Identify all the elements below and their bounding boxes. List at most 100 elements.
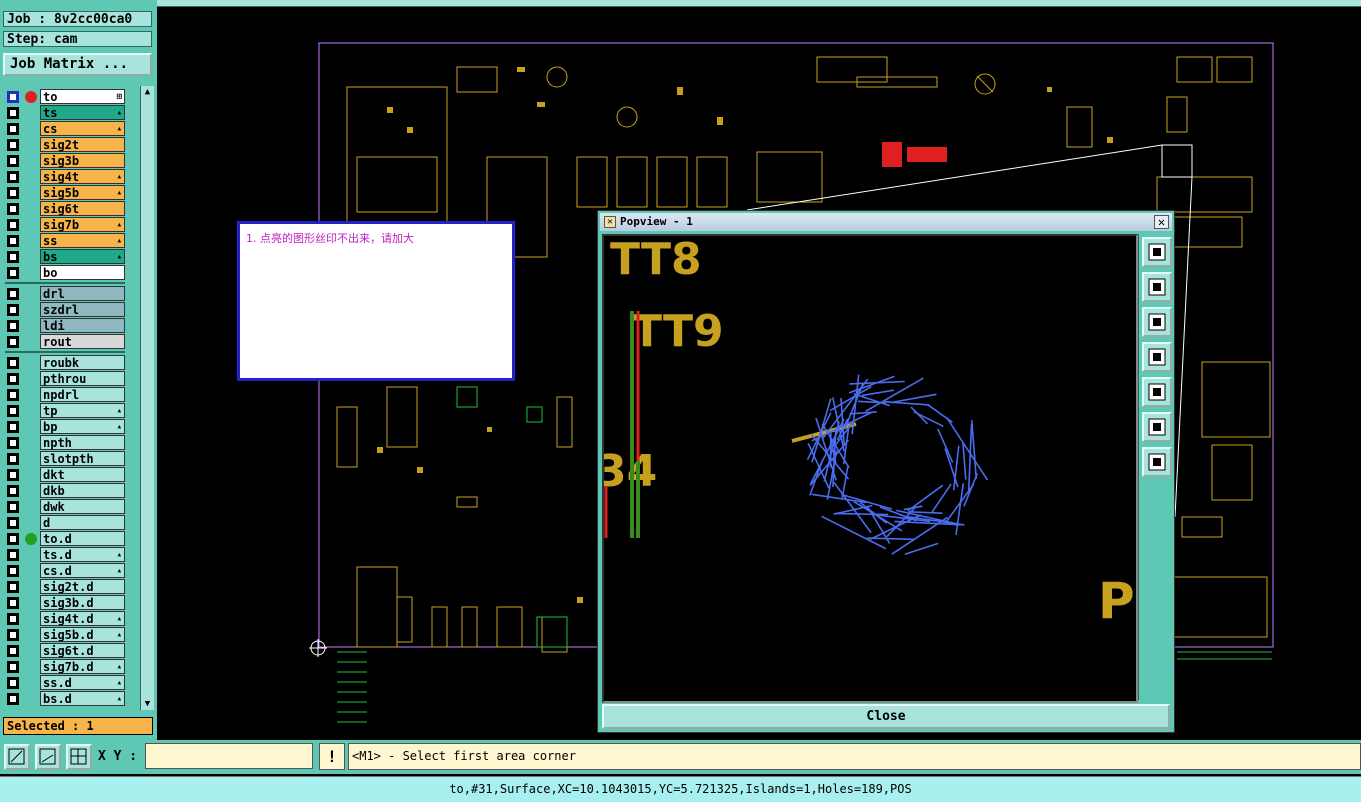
layer-row-npth[interactable]: npth [3,435,138,451]
layer-row-sig3b-d[interactable]: sig3b.d [3,595,138,611]
layer-checkbox[interactable] [7,485,19,497]
layer-row-sig2t[interactable]: sig2t [3,137,138,153]
pan-left-icon[interactable] [1142,342,1172,372]
layer-name[interactable]: slotpth [40,451,125,466]
layer-name[interactable]: ts▴ [40,105,125,120]
layer-scrollbar[interactable]: ▲ ▼ [140,86,154,710]
layer-name[interactable]: dkt [40,467,125,482]
layer-row-sig5b[interactable]: sig5b▴ [3,185,138,201]
layer-checkbox[interactable] [7,405,19,417]
layer-row-dkb[interactable]: dkb [3,483,138,499]
layer-checkbox[interactable] [7,693,19,705]
layer-row-sig4t[interactable]: sig4t▴ [3,169,138,185]
layer-checkbox[interactable] [7,661,19,673]
layer-checkbox[interactable] [7,421,19,433]
layer-checkbox[interactable] [7,677,19,689]
layer-name[interactable]: sig6t.d [40,643,125,658]
layer-row-sig3b[interactable]: sig3b [3,153,138,169]
scroll-down-icon[interactable]: ▼ [141,698,154,710]
layer-name[interactable]: sig3b.d [40,595,125,610]
zoom-area-icon[interactable] [4,744,30,770]
layer-checkbox[interactable] [7,155,19,167]
layer-name[interactable]: sig2t.d [40,579,125,594]
layer-name[interactable]: sig3b [40,153,125,168]
layer-row-sig6t-d[interactable]: sig6t.d [3,643,138,659]
zoom-home-icon[interactable] [1142,237,1172,267]
layer-name[interactable]: sig7b.d▴ [40,659,125,674]
layer-row-sig7b[interactable]: sig7b▴ [3,217,138,233]
layer-row-dwk[interactable]: dwk [3,499,138,515]
layer-row-sig4t-d[interactable]: sig4t.d▴ [3,611,138,627]
layer-checkbox[interactable] [7,107,19,119]
layer-checkbox[interactable] [7,533,19,545]
layer-name[interactable]: d [40,515,125,530]
layer-row-szdrl[interactable]: szdrl [3,302,138,318]
grid-icon[interactable] [66,744,92,770]
layer-checkbox[interactable] [7,437,19,449]
layer-name[interactable]: roubk [40,355,125,370]
layer-name[interactable]: npdrl [40,387,125,402]
layer-checkbox[interactable] [7,357,19,369]
layer-name[interactable]: sig5b.d▴ [40,627,125,642]
pan-down-icon[interactable] [1142,307,1172,337]
layer-checkbox[interactable] [7,91,19,103]
layer-checkbox[interactable] [7,320,19,332]
layer-name[interactable]: sig6t [40,201,125,216]
layer-row-bo[interactable]: bo [3,265,138,281]
layer-row-ss[interactable]: ss▴ [3,233,138,249]
layer-name[interactable]: bs▴ [40,249,125,264]
layer-name[interactable]: drl [40,286,125,301]
layer-name[interactable]: pthrou [40,371,125,386]
layer-row-tp[interactable]: tp▴ [3,403,138,419]
layer-checkbox[interactable] [7,501,19,513]
layer-checkbox[interactable] [7,645,19,657]
layer-checkbox[interactable] [7,288,19,300]
zoom-fit-icon[interactable] [1142,412,1172,442]
layer-name[interactable]: to⊞ [40,89,125,104]
layer-name[interactable]: ss▴ [40,233,125,248]
layer-checkbox[interactable] [7,389,19,401]
pan-right-icon[interactable] [1142,377,1172,407]
layer-checkbox[interactable] [7,597,19,609]
layer-checkbox[interactable] [7,581,19,593]
layer-row-ts[interactable]: ts▴ [3,105,138,121]
layer-checkbox[interactable] [7,267,19,279]
zoom-center-icon[interactable] [1142,447,1172,477]
job-matrix-button[interactable]: Job Matrix ... [3,53,152,76]
layer-name[interactable]: sig5b▴ [40,185,125,200]
layer-row-to-d[interactable]: to.d [3,531,138,547]
layer-checkbox[interactable] [7,565,19,577]
layer-row-pthrou[interactable]: pthrou [3,371,138,387]
xy-input[interactable] [145,743,313,769]
layer-name[interactable]: ts.d▴ [40,547,125,562]
layer-checkbox[interactable] [7,251,19,263]
layer-checkbox[interactable] [7,469,19,481]
layer-row-ts-d[interactable]: ts.d▴ [3,547,138,563]
layer-name[interactable]: sig4t▴ [40,169,125,184]
layer-row-ldi[interactable]: ldi [3,318,138,334]
layer-row-sig2t-d[interactable]: sig2t.d [3,579,138,595]
popview-titlebar[interactable]: ✕ Popview - 1 ✕ [600,213,1172,231]
layer-row-rout[interactable]: rout [3,334,138,350]
layer-name[interactable]: sig4t.d▴ [40,611,125,626]
layer-checkbox[interactable] [7,373,19,385]
layer-name[interactable]: tp▴ [40,403,125,418]
layer-row-cs[interactable]: cs▴ [3,121,138,137]
alert-button[interactable]: ! [319,743,345,770]
scroll-up-icon[interactable]: ▲ [141,86,154,98]
layer-name[interactable]: cs.d▴ [40,563,125,578]
layer-row-sig6t[interactable]: sig6t [3,201,138,217]
layer-checkbox[interactable] [7,123,19,135]
layer-checkbox[interactable] [7,171,19,183]
layer-name[interactable]: dkb [40,483,125,498]
layer-name[interactable]: bo [40,265,125,280]
layer-name[interactable]: bs.d▴ [40,691,125,706]
layer-row-ss-d[interactable]: ss.d▴ [3,675,138,691]
layer-name[interactable]: rout [40,334,125,349]
layer-row-sig5b-d[interactable]: sig5b.d▴ [3,627,138,643]
layer-name[interactable]: npth [40,435,125,450]
layer-name[interactable]: sig7b▴ [40,217,125,232]
pan-up-icon[interactable] [1142,272,1172,302]
layer-name[interactable]: bp▴ [40,419,125,434]
layer-checkbox[interactable] [7,219,19,231]
